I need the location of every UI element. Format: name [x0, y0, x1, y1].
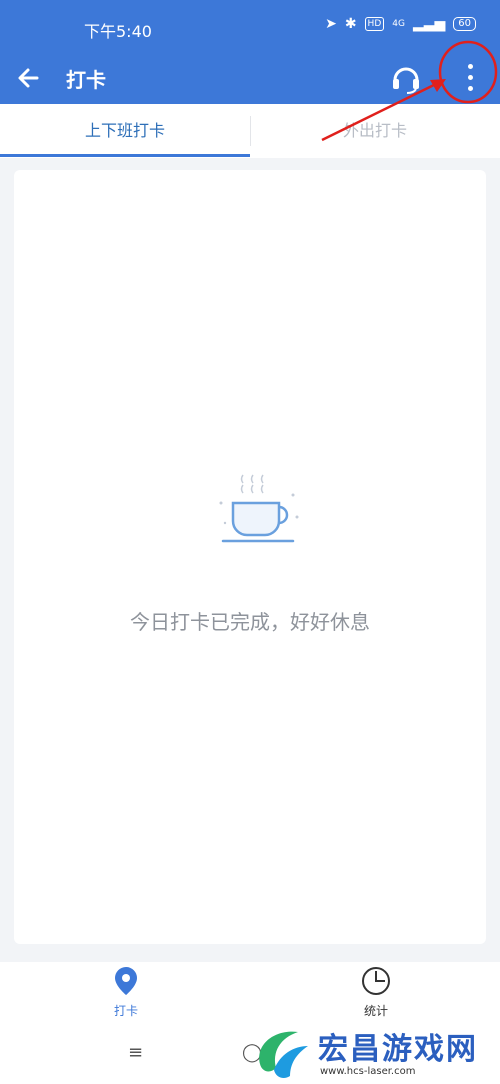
- hd-badge: HD: [364, 17, 385, 31]
- active-tab-indicator: [0, 154, 250, 157]
- tab-commute-clock[interactable]: 上下班打卡: [0, 104, 250, 158]
- nav-statistics[interactable]: 统计: [316, 966, 436, 1019]
- location-arrow-icon: ➤: [325, 16, 337, 32]
- status-bar: 下午5:40 ➤ ✱ HD 4G ▂▃▅ 60: [0, 0, 500, 56]
- status-icons: ➤ ✱ HD 4G ▂▃▅ 60: [325, 16, 476, 32]
- location-pin-icon: [115, 967, 137, 995]
- back-arrow-icon: [18, 68, 39, 88]
- tab-bar: 上下班打卡 外出打卡: [0, 104, 500, 158]
- page-title: 打卡: [66, 68, 106, 92]
- tab-outing-clock[interactable]: 外出打卡: [250, 104, 500, 158]
- pie-chart-icon: [362, 967, 390, 995]
- watermark: 宏昌游戏网 www.hcs-laser.com: [250, 1024, 500, 1084]
- headset-icon: [393, 67, 419, 94]
- nav-clock-in-label: 打卡: [113, 1004, 138, 1018]
- nav-clock-in[interactable]: 打卡: [66, 966, 186, 1019]
- nav-statistics-label: 统计: [363, 1004, 388, 1018]
- back-button[interactable]: [10, 58, 50, 98]
- more-dot-icon: [467, 75, 473, 80]
- watermark-url: www.hcs-laser.com: [320, 1066, 416, 1077]
- status-time: 下午5:40: [84, 22, 152, 41]
- watermark-title: 宏昌游戏网: [318, 1032, 478, 1067]
- bottom-nav: 打卡 统计: [0, 962, 500, 1024]
- completion-message: 今日打卡已完成，好好休息: [130, 610, 370, 634]
- bluetooth-icon: ✱: [344, 16, 357, 32]
- more-dot-icon: [467, 86, 473, 91]
- content-card: 今日打卡已完成，好好休息: [14, 170, 486, 944]
- customer-service-button[interactable]: [386, 58, 426, 98]
- network-label: 4G: [392, 19, 405, 29]
- app-bar: 打卡: [0, 56, 500, 104]
- more-options-button[interactable]: [450, 58, 490, 98]
- signal-icon: ▂▃▅: [412, 16, 446, 32]
- coffee-cup-icon: [219, 474, 299, 543]
- watermark-logo-icon: [259, 1031, 308, 1078]
- menu-icon[interactable]: ≡: [128, 1042, 143, 1063]
- more-dot-icon: [467, 64, 473, 69]
- battery-icon: 60: [453, 17, 476, 31]
